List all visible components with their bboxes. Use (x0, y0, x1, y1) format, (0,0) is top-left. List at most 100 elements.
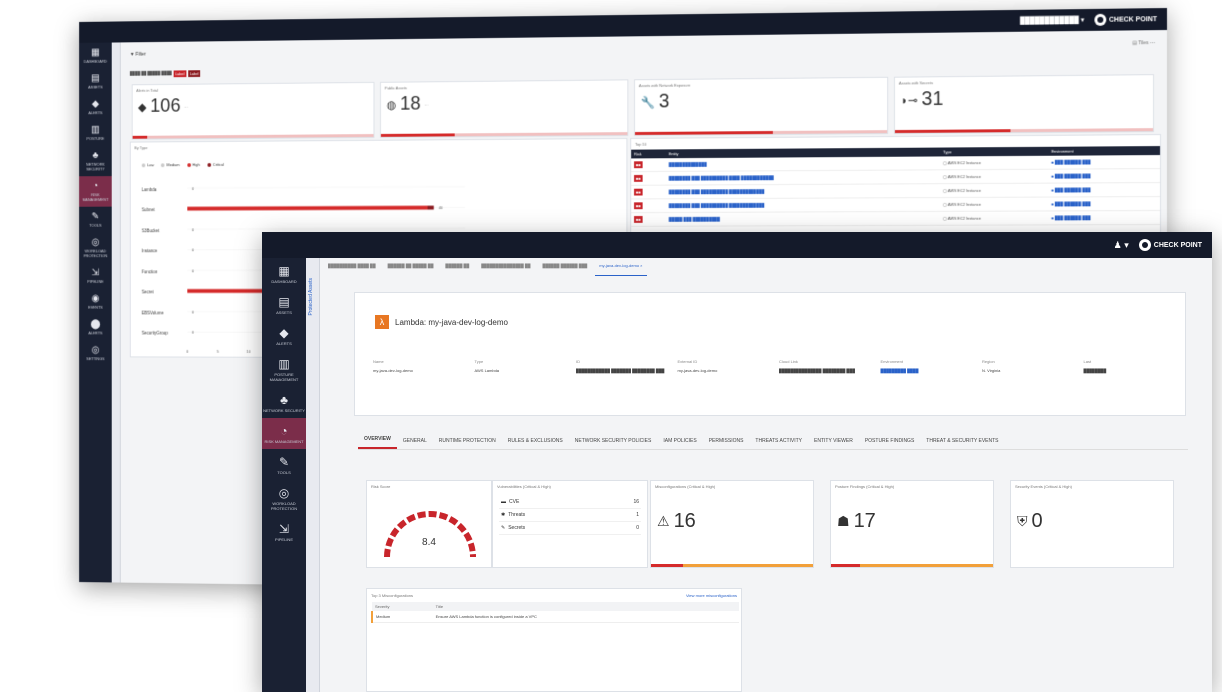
tab-threats-activity[interactable]: THREATS ACTIVITY (749, 434, 808, 449)
open-tab[interactable]: ██████ ██████ ███ (539, 262, 592, 276)
column-header[interactable]: Risk (631, 149, 666, 159)
open-tab[interactable]: ██████████ ████ ██ (324, 262, 380, 276)
bar-high[interactable] (187, 205, 428, 211)
sidebar-item-risk-management[interactable]: ◔ RISK MANAGEMENT (262, 418, 306, 449)
sidebar-item-network-security[interactable]: ♣ NETWORK SECURITY (262, 387, 306, 418)
view-more-link[interactable]: View more misconfigurations (686, 593, 737, 598)
table-cell[interactable]: ████████ ███ ██████████ ████ ███████████… (665, 169, 941, 186)
filter-chip[interactable]: Label (187, 70, 201, 78)
sidebar-item-tools[interactable]: ✎ TOOLS (79, 207, 112, 233)
table-cell: ■ ███ ██████ ███ (1048, 210, 1161, 225)
column-header[interactable]: Title (432, 602, 739, 611)
field-value[interactable]: █████████ ████ (881, 368, 973, 373)
table-cell[interactable]: ████████ ███ ██████████ █████████████ (665, 197, 941, 213)
vulnerability-row[interactable]: ✎ Secrets 0 (499, 522, 641, 535)
sidebar-item-settings[interactable]: ◎ SETTINGS (79, 340, 112, 366)
asset-field: External ID my-java-dev-log-demo (678, 359, 770, 373)
sidebar-item-dashboard[interactable]: ▦ DASHBOARD (79, 43, 112, 69)
filter-button[interactable]: ▼ Filter (130, 52, 146, 58)
tab-rules-exclusions[interactable]: RULES & EXCLUSIONS (502, 434, 569, 449)
sidebar-item-network-security[interactable]: ♣ NETWORK SECURITY (79, 146, 112, 177)
table-row[interactable]: ■■ █████ ███ ██████████ ▢ AWS EC2 Instance… (631, 210, 1161, 227)
field-value: my-java-dev-log-demo (677, 368, 718, 373)
sidebar-item-posture[interactable]: ▥ POSTURE (79, 120, 112, 146)
shield-icon: ⛨ (1017, 513, 1028, 529)
table-cell: ▢ AWS EC2 Instance (940, 210, 1049, 226)
kpi-value-row: ◍ 18... (381, 91, 627, 116)
table-cell: ▢ AWS EC2 Instance (940, 183, 1049, 198)
open-tab[interactable]: my-java-dev-log-demo × (595, 262, 647, 276)
checkpoint-logo-icon (1138, 239, 1151, 251)
protected-assets-panel-toggle[interactable]: Protected Assets (306, 258, 320, 692)
sidebar-item-assets[interactable]: ▤ ASSETS (262, 289, 306, 320)
asset-field: Last ████████ (1084, 359, 1176, 373)
sidebar-item-tools[interactable]: ✎ TOOLS (262, 449, 306, 480)
sidebar-item-events[interactable]: ◉ EVENTS (79, 289, 112, 315)
grid-line (187, 228, 465, 229)
legend-item[interactable]: High (186, 162, 200, 167)
misconfigurations-value: 16 (673, 510, 696, 532)
legend-swatch (207, 162, 211, 167)
sidebar-item-assets[interactable]: ▤ ASSETS (79, 68, 112, 94)
sidebar-item-workload-protection[interactable]: ◎ WORKLOAD PROTECTION (262, 480, 306, 516)
table-cell[interactable]: ████████ ███ ██████████ █████████████ (665, 183, 941, 199)
bar-critical[interactable] (427, 205, 434, 210)
asset-field: Region N. Virginia (982, 359, 1074, 373)
tab-general[interactable]: GENERAL (397, 434, 433, 449)
sidebar: ▦ DASHBOARD ▤ ASSETS ◆ ALERTS ▥ POSTURE MANAGEM… (262, 258, 306, 692)
sidebar-item-alerts[interactable]: ◆ ALERTS (262, 320, 306, 351)
sidebar-item-workload-protection[interactable]: ◎ WORKLOAD PROTECTION (79, 232, 112, 263)
table-cell[interactable]: █████ ███ ██████████ (665, 211, 941, 227)
legend-item[interactable]: Low (141, 162, 154, 167)
sidebar-item-alerts[interactable]: ⬤ ALERTS (79, 314, 112, 340)
field-value: my-java-dev-log-demo (373, 368, 413, 373)
table-cell: ■ ███ ██████ ███ (1048, 182, 1161, 198)
tab-runtime-protection[interactable]: RUNTIME PROTECTION (433, 434, 502, 449)
asset-field: Name my-java-dev-log-demo (373, 359, 465, 373)
tab-entity-viewer[interactable]: ENTITY VIEWER (808, 434, 859, 449)
column-header[interactable]: Severity (372, 602, 433, 611)
sidebar-item-risk-management[interactable]: ◔ RISK MANAGEMENT (79, 176, 112, 207)
table-row[interactable]: Medium Ensure AWS Lambda function is conf… (371, 611, 739, 623)
collapsed-panel[interactable] (111, 42, 121, 583)
kpi-card[interactable]: Assets with Secrets ◗⊸ 31 (893, 74, 1155, 135)
tab-threat-security-events[interactable]: THREAT & SECURITY EVENTS (920, 434, 1004, 449)
sidebar-item-posture-management[interactable]: ▥ POSTURE MANAGEMENT (262, 351, 306, 387)
sidebar-item-label: ALERTS (276, 341, 292, 346)
filter-chip[interactable]: Label (173, 70, 187, 78)
open-tab[interactable]: ███████████████ ██ (477, 262, 534, 276)
vulnerability-row[interactable]: ▬ CVE 16 (499, 496, 641, 509)
tab-iam-policies[interactable]: IAM POLICIES (657, 434, 702, 449)
user-menu[interactable]: ████████████ ▾ (1020, 16, 1084, 25)
tab-posture-findings[interactable]: POSTURE FINDINGS (859, 434, 920, 449)
open-tab[interactable]: ██████ ██ (441, 262, 473, 276)
sidebar-item-dashboard[interactable]: ▦ DASHBOARD (262, 258, 306, 289)
kpi-card[interactable]: Assets with Network Exposure 🔧 3 (634, 76, 889, 136)
kpi-card[interactable]: Alerts in Total ◆ 106... (131, 81, 375, 140)
data-label: 40 (438, 206, 442, 211)
tab-network-security-policies[interactable]: NETWORK SECURITY POLICIES (569, 434, 658, 449)
tab-permissions[interactable]: PERMISSIONS (703, 434, 750, 449)
vulnerability-row[interactable]: ✱ Threats 1 (499, 509, 641, 522)
network-icon: ♣ (280, 393, 288, 407)
grid-icon: ▦ (278, 264, 290, 278)
sidebar-item-label: SETTINGS (86, 356, 105, 362)
kpi-card[interactable]: Public Assets ◍ 18... (380, 79, 629, 138)
user-icon[interactable]: ♟ ▾ (1114, 240, 1129, 251)
field-value: ████████ (1083, 368, 1107, 373)
table-cell: ■■ (631, 158, 666, 172)
kpi-value: 18 (400, 93, 421, 115)
tab-overview[interactable]: OVERVIEW (358, 432, 397, 449)
table-cell: ▢ AWS EC2 Instance (940, 169, 1049, 184)
open-tab[interactable]: ██████ ██ █████ ██ (384, 262, 438, 276)
view-toggle[interactable]: ▤ Tiles ⋯ (1132, 40, 1155, 46)
tools-icon: ✎ (91, 211, 100, 222)
legend-item[interactable]: Medium (161, 162, 180, 167)
sidebar-item-pipeline[interactable]: ⇲ PIPELINE (262, 516, 306, 547)
x-tick-label: 5 (217, 349, 219, 354)
legend-item[interactable]: Critical (207, 162, 224, 167)
sidebar-item-pipeline[interactable]: ⇲ PIPELINE (79, 263, 112, 289)
top3-title: Top 3 Misconfigurations (371, 593, 414, 598)
sidebar-item-alerts[interactable]: ◆ ALERTS (79, 94, 112, 120)
risk-badge: ■■ (634, 202, 643, 210)
